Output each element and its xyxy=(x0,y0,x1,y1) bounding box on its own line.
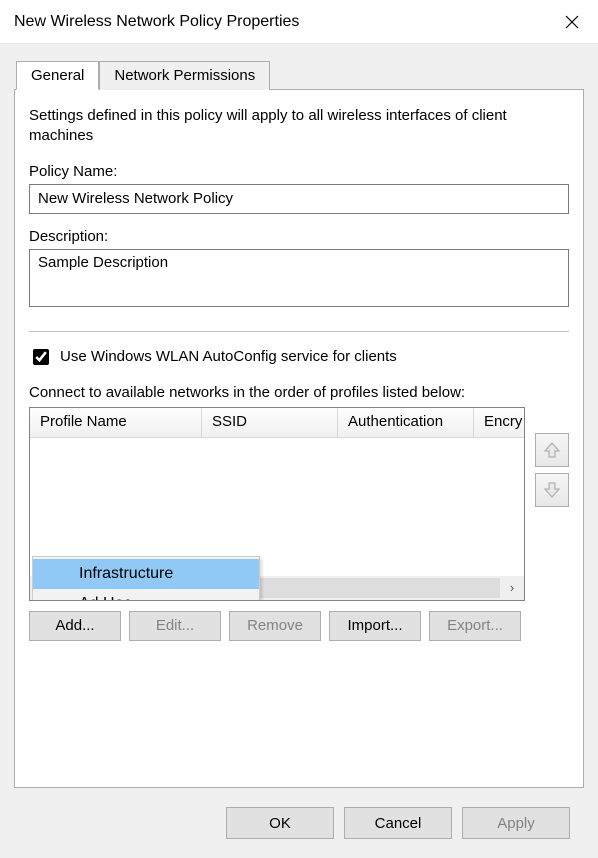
close-icon xyxy=(565,15,579,29)
col-authentication[interactable]: Authentication xyxy=(338,408,474,438)
window-title: New Wireless Network Policy Properties xyxy=(14,13,546,31)
tab-general[interactable]: General xyxy=(16,61,99,90)
add-button[interactable]: Add... xyxy=(29,611,121,641)
tab-network-permissions[interactable]: Network Permissions xyxy=(99,61,270,90)
policy-name-input[interactable] xyxy=(29,184,569,214)
titlebar: New Wireless Network Policy Properties xyxy=(0,0,598,44)
connect-order-label: Connect to available networks in the ord… xyxy=(29,384,569,401)
description-input[interactable] xyxy=(29,249,569,307)
hscroll-right-icon[interactable]: › xyxy=(500,576,524,600)
tabstrip: General Network Permissions xyxy=(16,61,584,90)
cancel-button[interactable]: Cancel xyxy=(344,807,452,839)
remove-button[interactable]: Remove xyxy=(229,611,321,641)
tab-panel-general: Settings defined in this policy will app… xyxy=(14,89,584,788)
add-context-menu: Infrastructure Ad Hoc xyxy=(32,556,260,601)
policy-name-label: Policy Name: xyxy=(29,163,569,180)
col-encryption[interactable]: Encry xyxy=(474,408,524,438)
export-button[interactable]: Export... xyxy=(429,611,521,641)
autoconfig-label: Use Windows WLAN AutoConfig service for … xyxy=(60,348,397,365)
listview-header: Profile Name SSID Authentication Encry xyxy=(30,408,524,438)
col-profile-name[interactable]: Profile Name xyxy=(30,408,202,438)
profiles-listview[interactable]: Profile Name SSID Authentication Encry ›… xyxy=(29,407,525,601)
separator xyxy=(29,331,569,332)
menu-item-ad-hoc[interactable]: Ad Hoc xyxy=(33,589,259,601)
hscroll-track[interactable] xyxy=(258,578,500,598)
import-button[interactable]: Import... xyxy=(329,611,421,641)
close-button[interactable] xyxy=(546,0,598,44)
arrow-up-icon xyxy=(542,440,562,460)
dialog-window: New Wireless Network Policy Properties G… xyxy=(0,0,598,858)
settings-description: Settings defined in this policy will app… xyxy=(29,106,569,147)
apply-button[interactable]: Apply xyxy=(462,807,570,839)
move-down-button[interactable] xyxy=(535,473,569,507)
arrow-down-icon xyxy=(542,480,562,500)
dialog-footer: OK Cancel Apply xyxy=(14,788,584,858)
move-up-button[interactable] xyxy=(535,433,569,467)
description-label: Description: xyxy=(29,228,569,245)
col-ssid[interactable]: SSID xyxy=(202,408,338,438)
ok-button[interactable]: OK xyxy=(226,807,334,839)
autoconfig-checkbox[interactable] xyxy=(33,349,49,365)
edit-button[interactable]: Edit... xyxy=(129,611,221,641)
profile-button-row: Add... Edit... Remove Import... Export..… xyxy=(29,611,569,641)
client-area: General Network Permissions Settings def… xyxy=(0,44,598,858)
menu-item-infrastructure[interactable]: Infrastructure xyxy=(33,559,259,589)
